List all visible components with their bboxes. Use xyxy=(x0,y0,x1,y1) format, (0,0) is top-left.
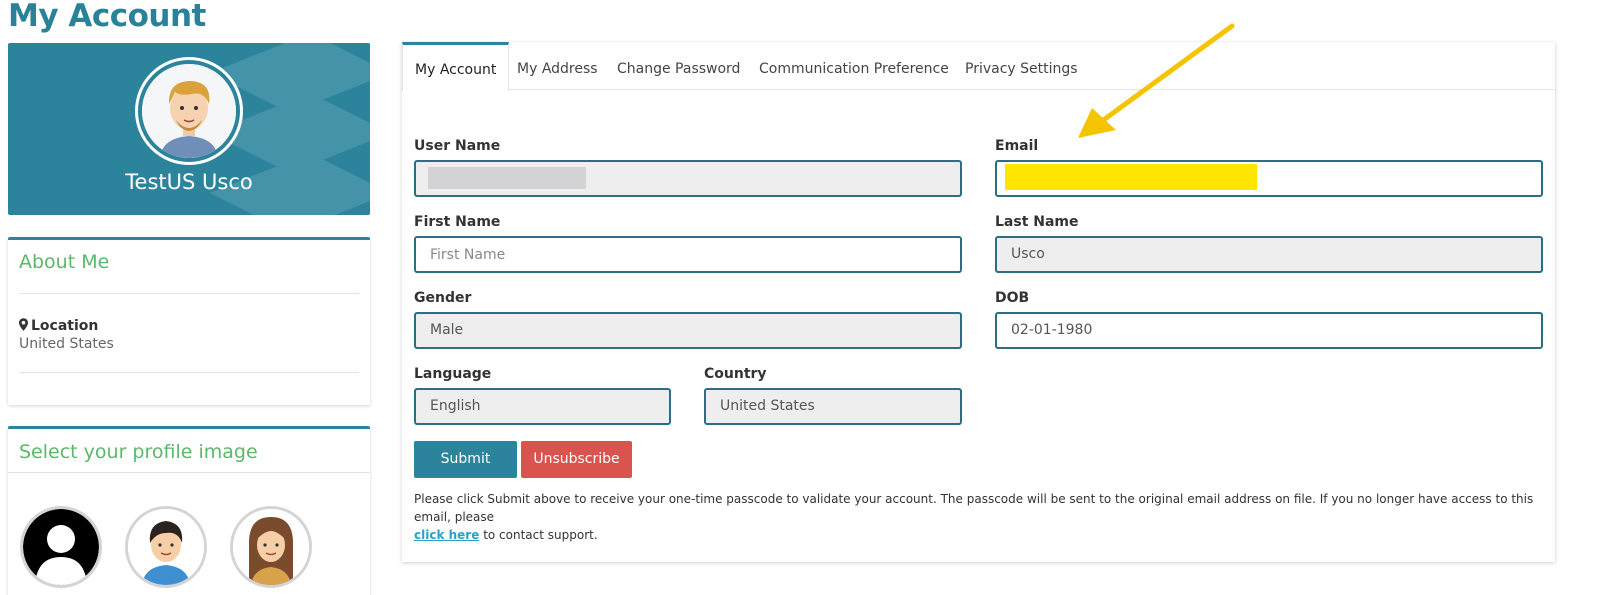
unsubscribe-button[interactable]: Unsubscribe xyxy=(521,441,632,478)
page: My Account TestUS Usco About Me Location… xyxy=(0,0,1623,595)
avatar[interactable] xyxy=(135,57,243,165)
first-name-field[interactable] xyxy=(414,236,962,273)
email-field[interactable] xyxy=(995,160,1543,197)
annotation-arrow-icon xyxy=(1078,23,1235,138)
language-label: Language xyxy=(414,366,492,382)
profile-image-option-boy[interactable] xyxy=(125,506,207,588)
tab-change-password[interactable]: Change Password xyxy=(617,42,740,90)
girl-avatar-icon xyxy=(233,509,309,585)
tab-my-account[interactable]: My Account xyxy=(402,42,510,91)
email-label: Email xyxy=(995,138,1039,154)
location-label-text: Location xyxy=(31,318,99,334)
profile-image-option-girl[interactable] xyxy=(230,506,312,588)
about-me-card: About Me Location United States xyxy=(8,237,370,405)
profile-image-title: Select your profile image xyxy=(19,441,258,463)
divider xyxy=(8,472,370,473)
dob-field[interactable]: 02-01-1980 xyxy=(995,312,1543,349)
gender-label: Gender xyxy=(414,290,472,306)
page-title: My Account xyxy=(8,0,206,34)
boy-avatar-icon xyxy=(128,509,204,585)
language-field[interactable]: English xyxy=(414,388,671,425)
profile-image-option-default[interactable] xyxy=(20,506,102,588)
tab-my-address[interactable]: My Address xyxy=(517,42,598,90)
username-field[interactable] xyxy=(414,160,962,197)
country-label: Country xyxy=(704,366,767,382)
notice-text-end: to contact support. xyxy=(483,528,598,542)
man-avatar-icon xyxy=(142,64,236,158)
tab-communication-preference[interactable]: Communication Preference xyxy=(759,42,949,90)
about-me-title: About Me xyxy=(19,251,110,273)
first-name-label: First Name xyxy=(414,214,501,230)
divider xyxy=(19,372,359,373)
last-name-label: Last Name xyxy=(995,214,1079,230)
divider xyxy=(19,293,359,294)
redaction-block xyxy=(428,167,586,189)
contact-support-link[interactable]: click here xyxy=(414,528,479,542)
notice-text: Please click Submit above to receive you… xyxy=(414,492,1534,524)
passcode-notice: Please click Submit above to receive you… xyxy=(414,490,1534,544)
profile-image-card: Select your profile image xyxy=(8,426,370,595)
dob-label: DOB xyxy=(995,290,1030,306)
last-name-field[interactable]: Usco xyxy=(995,236,1543,273)
map-pin-icon xyxy=(19,318,28,331)
default-user-icon xyxy=(23,509,99,585)
username-label: User Name xyxy=(414,138,501,154)
location-label: Location xyxy=(19,318,98,334)
tab-privacy-settings[interactable]: Privacy Settings xyxy=(965,42,1078,90)
submit-button[interactable]: Submit xyxy=(414,441,517,478)
location-value: United States xyxy=(19,336,114,352)
redaction-highlight xyxy=(1005,164,1257,190)
profile-card: TestUS Usco xyxy=(8,43,370,215)
profile-name: TestUS Usco xyxy=(125,170,253,194)
country-field[interactable]: United States xyxy=(704,388,962,425)
account-panel: My Account My Address Change Password Co… xyxy=(402,42,1555,562)
gender-field[interactable]: Male xyxy=(414,312,962,349)
account-tabs: My Account My Address Change Password Co… xyxy=(402,42,1555,91)
